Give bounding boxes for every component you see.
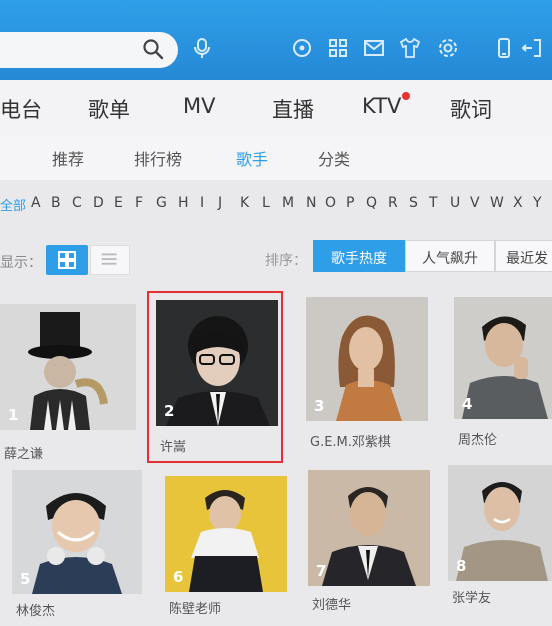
search-icon[interactable]	[142, 38, 164, 60]
letter-n[interactable]: N	[306, 195, 316, 211]
artist-card[interactable]: 3 G.E.M.邓紫棋	[306, 297, 430, 457]
tab-charts[interactable]: 排行榜	[134, 146, 182, 170]
artist-card[interactable]: 8 张学友	[448, 465, 552, 615]
artist-rank: 4	[462, 395, 473, 413]
list-view-icon	[101, 253, 117, 265]
sort-hot-button[interactable]: 歌手热度	[313, 240, 405, 272]
alphabet-filter: 全部 A B C D E F G H I J K L M N O P Q R S…	[0, 195, 552, 219]
artist-name[interactable]: 张学友	[452, 587, 491, 606]
main-nav: 电台 歌单 MV 直播 KTV 歌词	[0, 80, 552, 136]
letter-b[interactable]: B	[51, 195, 61, 211]
artist-photo[interactable]: 7	[308, 470, 430, 586]
apps-icon[interactable]	[326, 36, 350, 60]
artist-name[interactable]: 林俊杰	[16, 600, 55, 619]
nav-live[interactable]: 直播	[272, 94, 314, 124]
artist-name[interactable]: 薛之谦	[4, 443, 43, 462]
nav-ktv[interactable]: KTV	[362, 94, 401, 118]
artist-rank: 6	[173, 568, 184, 586]
letter-q[interactable]: Q	[366, 195, 377, 211]
tab-category[interactable]: 分类	[318, 146, 350, 170]
display-label: 显示：	[0, 255, 42, 271]
artist-photo[interactable]: 5	[12, 470, 142, 594]
artist-photo[interactable]: 1	[0, 304, 136, 430]
letter-w[interactable]: W	[490, 195, 504, 211]
target-icon[interactable]	[290, 36, 314, 60]
letter-x[interactable]: X	[513, 195, 523, 211]
artist-name[interactable]: 刘德华	[312, 594, 351, 613]
letter-i[interactable]: I	[200, 195, 204, 211]
artist-card[interactable]: 7 刘德华	[308, 470, 432, 620]
top-bar	[0, 0, 552, 80]
sort-recent-button[interactable]: 最近发	[495, 240, 552, 272]
letter-r[interactable]: R	[388, 195, 398, 211]
artist-rank: 1	[8, 406, 19, 424]
letter-g[interactable]: G	[156, 195, 167, 211]
letter-f[interactable]: F	[135, 195, 143, 211]
mic-icon[interactable]	[190, 36, 214, 60]
letter-d[interactable]: D	[93, 195, 104, 211]
letter-l[interactable]: L	[262, 195, 270, 211]
artist-name[interactable]: 陈壁老师	[169, 598, 221, 617]
artist-rank: 7	[316, 562, 327, 580]
letter-j[interactable]: J	[218, 195, 222, 211]
letter-u[interactable]: U	[450, 195, 460, 211]
phone-icon[interactable]	[492, 36, 516, 60]
artist-card[interactable]: 1 薛之谦	[0, 304, 138, 464]
letter-k[interactable]: K	[240, 195, 249, 211]
artist-rank: 3	[314, 397, 325, 415]
artist-card[interactable]: 4 周杰伦	[454, 297, 552, 457]
grid-view-icon	[58, 251, 76, 269]
letter-h[interactable]: H	[178, 195, 189, 211]
letter-c[interactable]: C	[72, 195, 82, 211]
notification-dot	[402, 92, 410, 100]
nav-playlist[interactable]: 歌单	[88, 94, 130, 124]
list-view-button[interactable]	[90, 245, 130, 275]
artist-photo[interactable]: 8	[448, 465, 552, 581]
letter-p[interactable]: P	[346, 195, 354, 211]
letter-v[interactable]: V	[470, 195, 480, 211]
artist-card[interactable]: 5 林俊杰	[12, 470, 142, 620]
sort-rising-button[interactable]: 人气飙升	[405, 240, 495, 272]
artist-rank: 8	[456, 557, 467, 575]
nav-lyrics[interactable]: 歌词	[450, 94, 492, 124]
tab-singers[interactable]: 歌手	[236, 146, 268, 170]
alphabet-all[interactable]: 全部	[0, 195, 26, 214]
gear-icon[interactable]	[436, 36, 460, 60]
shirt-icon[interactable]	[398, 36, 422, 60]
nav-mv[interactable]: MV	[183, 94, 215, 118]
letter-a[interactable]: A	[31, 195, 41, 211]
artist-card[interactable]: 6 陈壁老师	[165, 476, 289, 626]
artist-rank: 5	[20, 570, 31, 588]
nav-radio[interactable]: 电台	[0, 94, 42, 124]
display-sort-row: 显示： 排序： 歌手热度 人气飙升 最近发	[0, 240, 552, 276]
tab-recommend[interactable]: 推荐	[52, 146, 84, 170]
artist-photo[interactable]: 3	[306, 297, 428, 421]
letter-s[interactable]: S	[409, 195, 418, 211]
letter-y[interactable]: Y	[533, 195, 542, 211]
search-input[interactable]	[0, 32, 178, 68]
letter-o[interactable]: O	[325, 195, 336, 211]
artist-name[interactable]: G.E.M.邓紫棋	[310, 431, 391, 450]
letter-t[interactable]: T	[429, 195, 438, 211]
letter-e[interactable]: E	[114, 195, 123, 211]
sub-nav: 推荐 排行榜 歌手 分类	[0, 136, 552, 180]
artist-photo[interactable]: 6	[165, 476, 287, 592]
letter-m[interactable]: M	[282, 195, 294, 211]
mail-icon[interactable]	[362, 36, 386, 60]
artist-name[interactable]: 周杰伦	[458, 429, 497, 448]
logout-icon[interactable]	[520, 36, 544, 60]
artist-photo[interactable]: 4	[454, 297, 552, 419]
sort-label: 排序：	[265, 253, 307, 269]
grid-view-button[interactable]	[46, 245, 88, 275]
highlight-box	[147, 291, 283, 463]
